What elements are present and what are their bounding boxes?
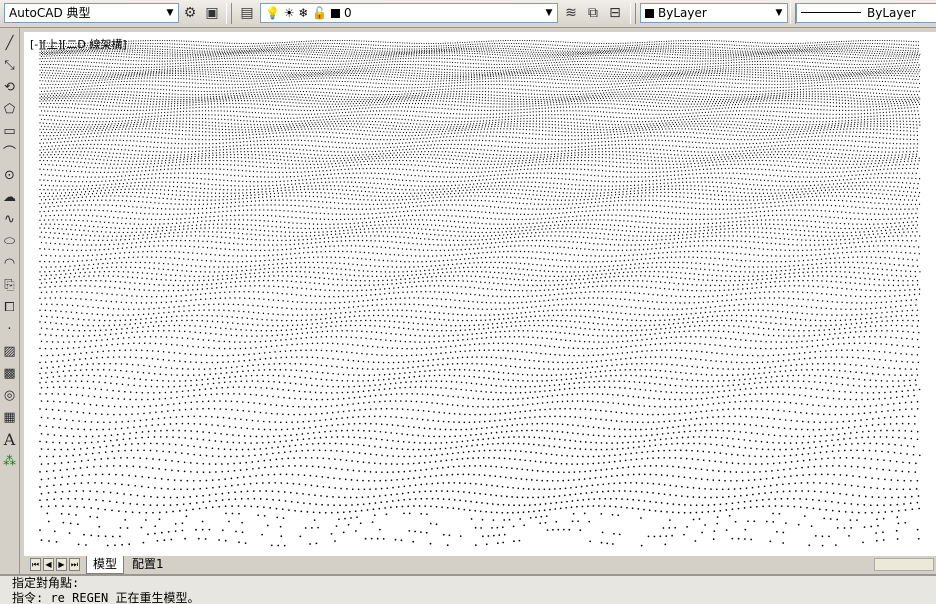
chevron-down-icon[interactable]: ▼ [163, 5, 177, 21]
add-selected-icon[interactable]: ⁂ [1, 452, 18, 472]
layer-state-icon[interactable]: ≋ [562, 4, 580, 22]
ellipse-icon[interactable]: ⬭ [1, 232, 18, 252]
multiline-text-icon[interactable]: A [1, 430, 18, 450]
region-icon[interactable]: ◎ [1, 386, 18, 406]
gear-icon[interactable]: ⚙ [181, 4, 199, 22]
toolbar-grip[interactable] [630, 3, 636, 24]
linetype-dropdown-value: ByLayer [867, 6, 916, 20]
command-line[interactable]: 指定對角點: 指令: re REGEN 正在重生模型。 [0, 574, 936, 604]
point-cloud-dots [39, 40, 921, 547]
construction-line-icon[interactable]: ⤡ [1, 56, 18, 76]
chevron-down-icon[interactable]: ▼ [772, 5, 786, 21]
match-layer-icon[interactable]: ⧉ [584, 4, 602, 22]
linetype-dropdown[interactable]: ByLayer [796, 3, 936, 23]
linetype-sample [801, 12, 861, 13]
arc-icon[interactable]: ⌒ [1, 144, 18, 164]
hatch-icon[interactable]: ▨ [1, 342, 18, 362]
workspace-toggle-icon[interactable]: ▣ [203, 4, 221, 22]
toolbar-grip[interactable] [226, 3, 232, 24]
draw-toolbar: ╱ ⤡ ⟲ ⬠ ▭ ⌒ ⊙ ☁ ∿ ⬭ ◠ ⎘ ⧠ · ▨ ▩ ◎ ▦ A ⁂ [0, 28, 20, 576]
layer-color-swatch [331, 9, 340, 18]
layer-dropdown[interactable]: 💡 ☀ ❄ 🔓 0 ▼ [260, 3, 558, 23]
layer-properties-icon[interactable]: ▤ [238, 4, 256, 22]
make-block-icon[interactable]: ⧠ [1, 298, 18, 318]
previous-layer-icon[interactable]: ⊟ [606, 4, 624, 22]
rectangle-icon[interactable]: ▭ [1, 122, 18, 142]
table-icon[interactable]: ▦ [1, 408, 18, 428]
layout-tab-bar: ⏮ ◀ ▶ ⏭ 模型 配置1 [24, 555, 936, 574]
circle-icon[interactable]: ⊙ [1, 166, 18, 186]
point-icon[interactable]: · [1, 320, 18, 340]
tab-layout1[interactable]: 配置1 [126, 556, 170, 573]
layer-dropdown-value: 0 [344, 6, 352, 20]
workspace-dropdown[interactable]: AutoCAD 典型 ▼ [4, 3, 179, 23]
model-space-canvas[interactable]: [-][上][二D 線架構] [24, 32, 936, 555]
prev-tab-icon[interactable]: ◀ [43, 558, 54, 571]
gradient-icon[interactable]: ▩ [1, 364, 18, 384]
tab-model[interactable]: 模型 [86, 556, 124, 574]
color-dropdown-value: ByLayer [658, 6, 707, 20]
workspace-dropdown-value: AutoCAD 典型 [9, 6, 91, 20]
chevron-down-icon[interactable]: ▼ [542, 5, 556, 21]
color-swatch [645, 9, 654, 18]
sun-icon[interactable]: ☀ [284, 6, 295, 20]
line-icon[interactable]: ╱ [1, 34, 18, 54]
horizontal-scrollbar[interactable] [874, 558, 934, 571]
last-tab-icon[interactable]: ⏭ [69, 558, 80, 571]
point-cloud-drawing [24, 32, 936, 555]
freeze-icon[interactable]: ❄ [298, 6, 308, 20]
polygon-icon[interactable]: ⬠ [1, 100, 18, 120]
first-tab-icon[interactable]: ⏮ [30, 558, 41, 571]
ellipse-arc-icon[interactable]: ◠ [1, 254, 18, 274]
color-dropdown[interactable]: ByLayer ▼ [640, 3, 788, 23]
top-toolbar: AutoCAD 典型 ▼ ⚙ ▣ ▤ 💡 ☀ ❄ 🔓 0 ▼ ≋ ⧉ ⊟ ByL… [0, 0, 936, 28]
lightbulb-icon[interactable]: 💡 [265, 6, 280, 20]
revision-cloud-icon[interactable]: ☁ [1, 188, 18, 208]
viewport-controls-label[interactable]: [-][上][二D 線架構] [30, 36, 127, 52]
command-history-line: 指定對角點: [0, 576, 936, 591]
lock-icon[interactable]: 🔓 [312, 6, 327, 20]
polyline-icon[interactable]: ⟲ [1, 78, 18, 98]
spline-icon[interactable]: ∿ [1, 210, 18, 230]
autocad-window: AutoCAD 典型 ▼ ⚙ ▣ ▤ 💡 ☀ ❄ 🔓 0 ▼ ≋ ⧉ ⊟ ByL… [0, 0, 936, 604]
command-prompt-line: 指令: re REGEN 正在重生模型。 [0, 591, 936, 604]
next-tab-icon[interactable]: ▶ [56, 558, 67, 571]
insert-block-icon[interactable]: ⎘ [1, 276, 18, 296]
